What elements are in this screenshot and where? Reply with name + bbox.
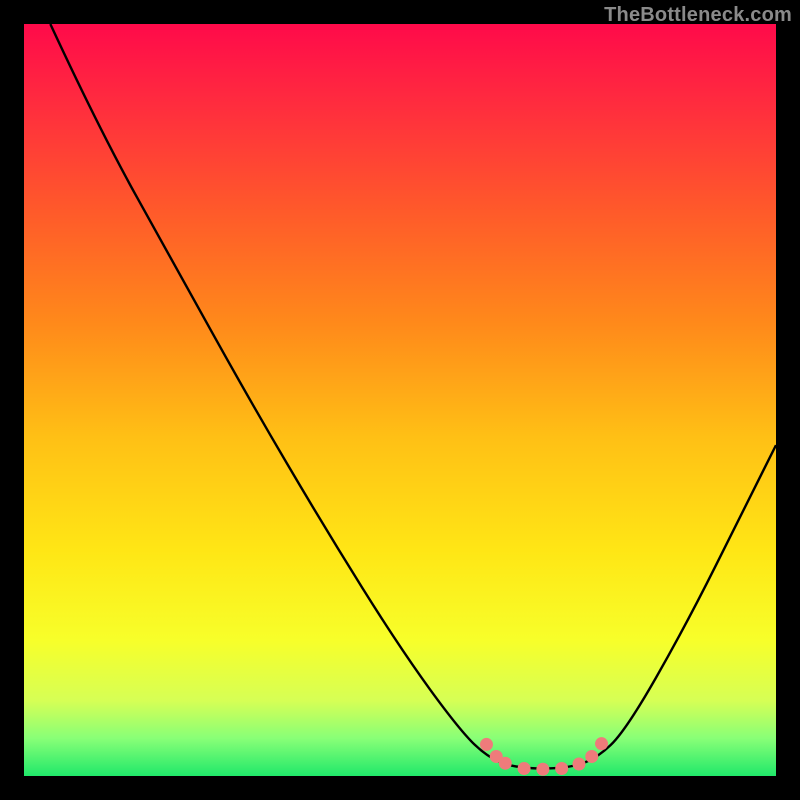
- highlight-dot: [536, 763, 549, 776]
- highlight-dot: [518, 762, 531, 775]
- highlight-dot: [480, 738, 493, 751]
- chart-svg: [24, 24, 776, 776]
- highlight-dot: [585, 750, 598, 763]
- highlight-dot: [499, 757, 512, 770]
- attribution-text: TheBottleneck.com: [604, 4, 792, 27]
- highlight-dot: [555, 762, 568, 775]
- highlight-dot: [595, 737, 608, 750]
- chart-frame: [24, 24, 776, 776]
- highlight-dot: [572, 757, 585, 770]
